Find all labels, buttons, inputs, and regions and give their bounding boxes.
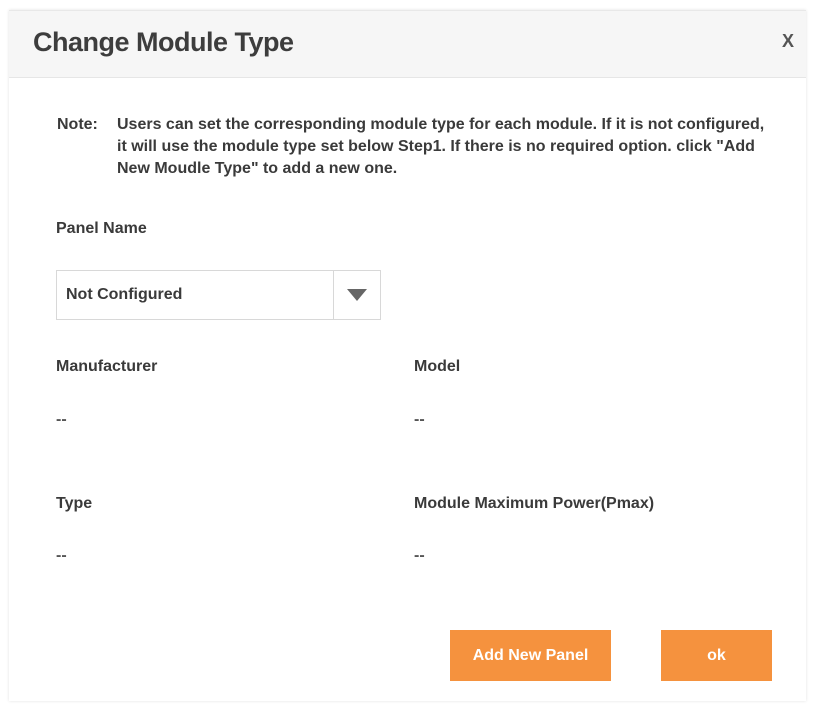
ok-button[interactable]: ok — [661, 630, 772, 681]
manufacturer-value: -- — [56, 411, 67, 428]
model-label: Model — [414, 358, 461, 375]
pmax-value: -- — [414, 547, 425, 564]
dialog-title: Change Module Type — [33, 27, 294, 57]
close-button[interactable]: X — [782, 31, 794, 52]
panel-name-select[interactable]: Not Configured — [56, 270, 381, 320]
panel-name-selected-value: Not Configured — [66, 286, 183, 303]
note-label: Note: — [57, 116, 98, 133]
type-label: Type — [56, 495, 93, 512]
type-value: -- — [56, 547, 67, 564]
pmax-label: Module Maximum Power(Pmax) — [414, 495, 655, 512]
note-text: Users can set the corresponding module t… — [117, 116, 765, 177]
panel-name-label: Panel Name — [56, 220, 147, 237]
change-module-type-dialog: Change Module Type X Note: Users can set… — [9, 10, 806, 701]
note: Note: Users can set the corresponding mo… — [57, 114, 777, 180]
manufacturer-label: Manufacturer — [56, 358, 158, 375]
dropdown-arrow-icon[interactable] — [333, 271, 380, 319]
dialog-header: Change Module Type X — [9, 11, 806, 78]
add-new-panel-button[interactable]: Add New Panel — [450, 630, 611, 681]
model-value: -- — [414, 411, 425, 428]
triangle-down-icon — [347, 289, 367, 301]
